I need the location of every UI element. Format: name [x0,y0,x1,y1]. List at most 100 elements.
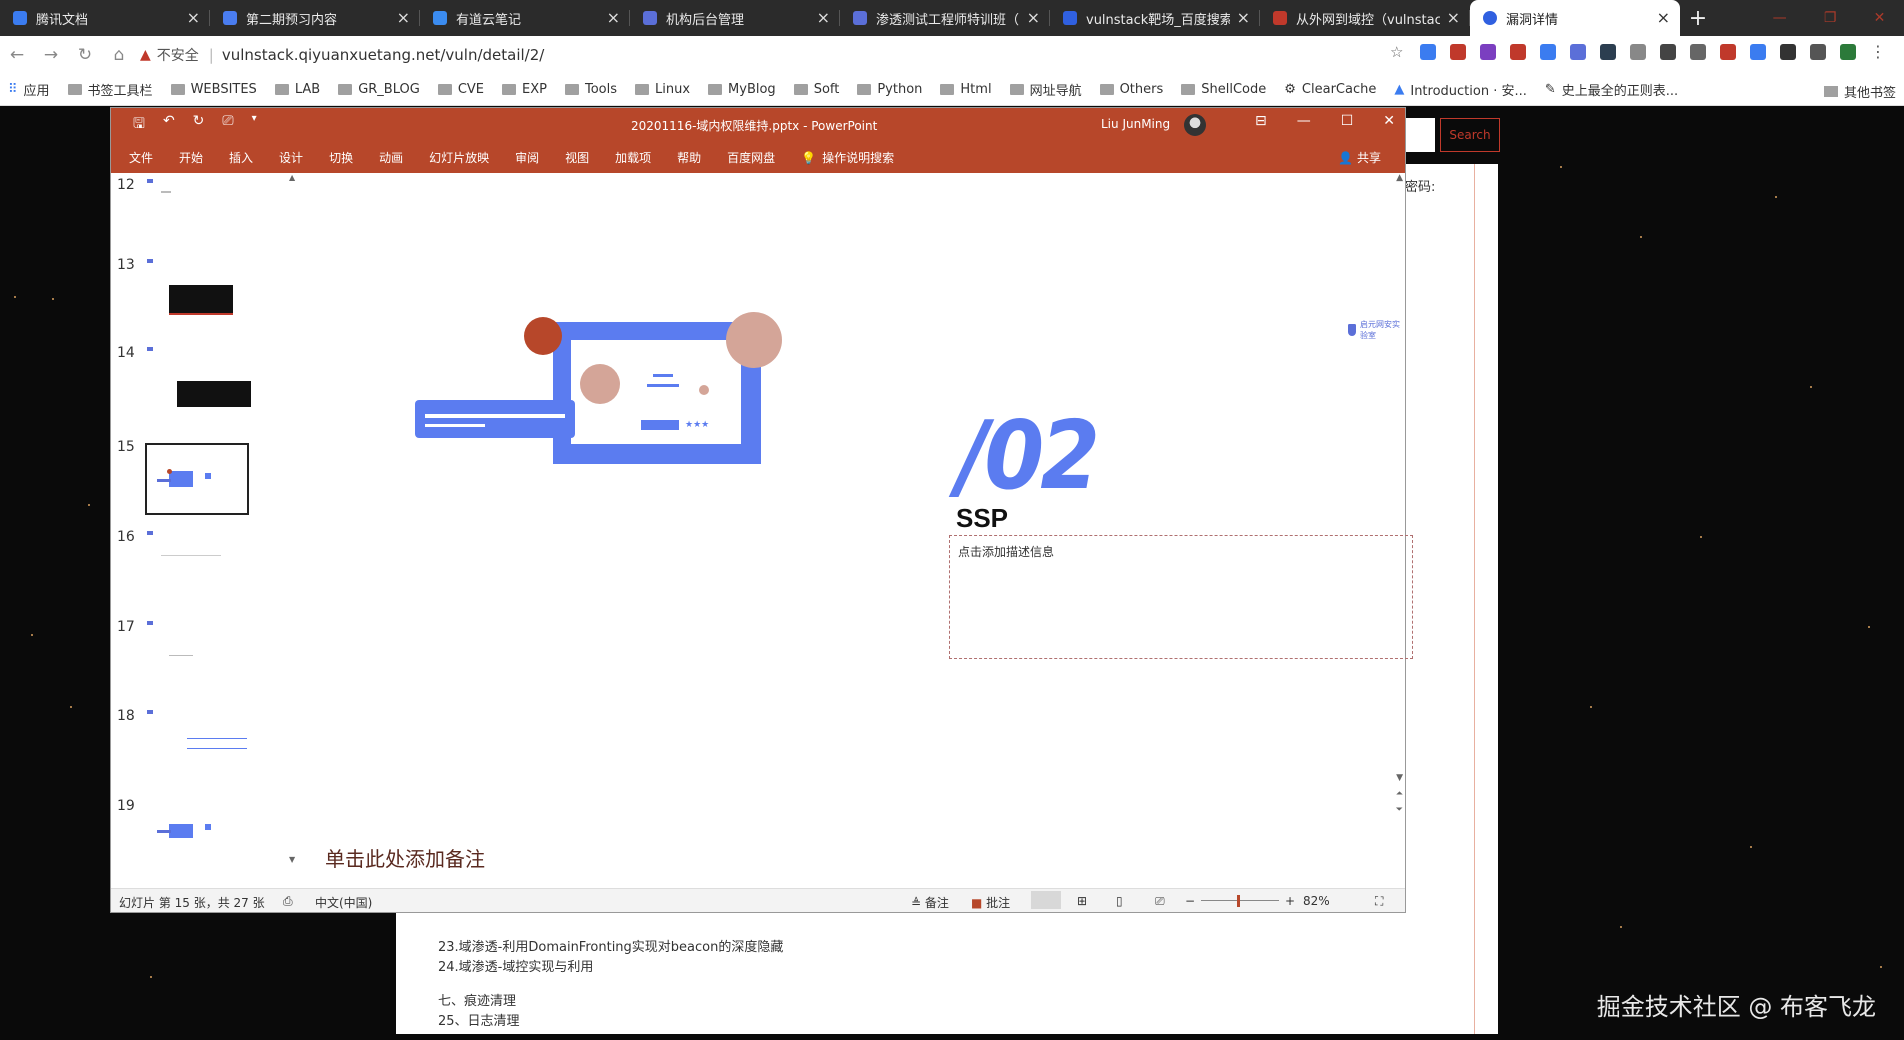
close-icon[interactable]: × [1237,8,1250,27]
customize-icon[interactable]: ▾ [252,113,257,137]
tab-1[interactable]: 第二期预习内容 × [210,0,420,36]
bookmark-folder[interactable]: Others [1099,82,1163,97]
restore-icon[interactable]: ❐ [1824,10,1837,26]
scroll-up-icon[interactable]: ▲ [1396,173,1403,183]
reload-icon[interactable]: ↻ [68,45,102,65]
tab-7[interactable]: 漏洞详情 × [1470,0,1680,36]
bookmark-link[interactable]: ▲ Introduction · 安... [1394,80,1527,99]
reading-view-icon[interactable]: ▯ [1116,894,1123,908]
extension-icon[interactable] [1540,44,1556,60]
search-button[interactable]: Search [1440,118,1500,152]
bookmark-folder[interactable]: LAB [274,82,320,97]
tab-slideshow[interactable]: 幻灯片放映 [429,149,489,166]
extension-icon[interactable] [1780,44,1796,60]
new-tab-button[interactable]: + [1680,0,1716,36]
redo-icon[interactable]: ↻ [193,113,205,137]
tab-insert[interactable]: 插入 [229,149,253,166]
normal-view-icon[interactable] [1031,891,1061,909]
slide-thumbnail-17[interactable] [147,619,247,681]
comments-button[interactable]: ■ 批注 [971,894,1010,911]
bookmark-folder[interactable]: WEBSITES [170,82,257,97]
extension-icon[interactable] [1810,44,1826,60]
bookmark-folder[interactable]: 书签工具栏 [67,80,153,99]
close-icon[interactable]: × [1657,8,1670,27]
back-icon[interactable]: ← [0,45,34,65]
zoom-level[interactable]: 82% [1303,894,1330,908]
tab-help[interactable]: 帮助 [677,149,701,166]
fit-slide-icon[interactable]: ⛶ [1375,894,1383,909]
extension-icon[interactable] [1630,44,1646,60]
close-icon[interactable]: × [817,8,830,27]
close-icon[interactable]: × [607,8,620,27]
description-placeholder[interactable]: 点击添加描述信息 [949,535,1413,659]
tab-addins[interactable]: 加载项 [615,149,651,166]
extension-icon[interactable] [1480,44,1496,60]
close-icon[interactable]: × [1447,8,1460,27]
bookmark-folder[interactable]: Python [857,82,922,97]
slide-sorter-icon[interactable]: ⊞ [1077,894,1087,908]
zoom-slider-thumb[interactable] [1237,895,1240,907]
extension-icon[interactable] [1660,44,1676,60]
slide-thumbnail-18[interactable] [147,708,247,770]
bookmark-folder[interactable]: MyBlog [708,82,776,97]
list-item[interactable]: 24.域渗透-域控实现与利用 [438,956,593,975]
tab-2[interactable]: 有道云笔记 × [420,0,630,36]
extension-icon[interactable] [1600,44,1616,60]
close-icon[interactable]: × [187,8,200,27]
tab-review[interactable]: 审阅 [515,149,539,166]
menu-icon[interactable]: ⋮ [1870,44,1886,60]
tab-5[interactable]: vulnstack靶场_百度搜索 × [1050,0,1260,36]
star-icon[interactable]: ☆ [1390,44,1406,60]
forward-icon[interactable]: → [34,45,68,65]
bookmark-folder[interactable]: ShellCode [1181,82,1266,97]
bookmark-folder[interactable]: 网址导航 [1009,80,1082,99]
tab-6[interactable]: 从外网到域控（vulnstack × [1260,0,1470,36]
tab-animations[interactable]: 动画 [379,149,403,166]
slide-thumbnail-13[interactable] [147,257,247,319]
notes-placeholder[interactable]: 单击此处添加备注 [325,843,485,872]
share-button[interactable]: 👤 共享 [1338,149,1381,166]
notes-button[interactable]: ≜ 备注 [911,894,949,911]
slide-scrollbar[interactable]: ▲ ▼ ⏶ ⏷ [1393,173,1405,867]
list-item[interactable]: 23.域渗透-利用DomainFronting实现对beacon的深度隐藏 [438,936,783,955]
zoom-out-icon[interactable]: − [1185,894,1195,908]
close-icon[interactable]: × [1027,8,1040,27]
bookmark-folder[interactable]: Html [940,82,992,97]
minimize-icon[interactable]: — [1773,10,1787,26]
bookmark-folder[interactable]: Linux [635,82,690,97]
list-item[interactable]: 25、日志清理 [438,1010,520,1029]
tab-0[interactable]: 腾讯文档 × [0,0,210,36]
bookmark-link[interactable]: ⚙ ClearCache [1284,82,1376,97]
slide-thumbnail-14[interactable] [147,345,251,407]
search-input[interactable] [1405,118,1435,152]
scroll-down-icon[interactable]: ▼ [289,855,295,864]
slide-canvas[interactable]: ★★★ 启元网安实验室 /02 SSP 点击添加描述信息 [325,178,1413,786]
tab-transitions[interactable]: 切换 [329,149,353,166]
bookmark-link[interactable]: ✎ 史上最全的正则表... [1545,80,1678,99]
language-label[interactable]: 中文(中国) [315,894,372,911]
bookmark-folder[interactable]: Soft [793,82,839,97]
slide-title[interactable]: SSP [956,503,1008,534]
slide-thumbnail-12[interactable] [147,177,247,239]
bookmark-folder[interactable]: CVE [437,82,484,97]
extension-icon[interactable] [1510,44,1526,60]
bookmark-folder[interactable]: GR_BLOG [338,82,420,97]
undo-icon[interactable]: ↶ [163,113,175,137]
minimize-icon[interactable]: — [1297,113,1311,129]
accessibility-icon[interactable]: ⎙ [283,894,293,909]
extension-icon[interactable] [1570,44,1586,60]
presenter-icon[interactable]: ⎚ [1155,894,1165,909]
tab-home[interactable]: 开始 [179,149,203,166]
tab-file[interactable]: 文件 [129,149,153,166]
extension-icon[interactable] [1690,44,1706,60]
prev-slide-icon[interactable]: ⏶ [1396,789,1403,799]
extension-icon[interactable] [1840,44,1856,60]
thumbnail-scrollbar[interactable]: ▲ ▼ [289,173,299,867]
extension-icon[interactable] [1750,44,1766,60]
zoom-in-icon[interactable]: + [1285,894,1295,908]
slide-thumbnail-15[interactable] [145,443,249,515]
tab-design[interactable]: 设计 [279,149,303,166]
ribbon-display-icon[interactable]: ⊟ [1255,113,1267,129]
extension-icon[interactable] [1420,44,1436,60]
address-bar[interactable]: ▲ 不安全 | vulnstack.qiyuanxuetang.net/vuln… [140,41,1390,69]
